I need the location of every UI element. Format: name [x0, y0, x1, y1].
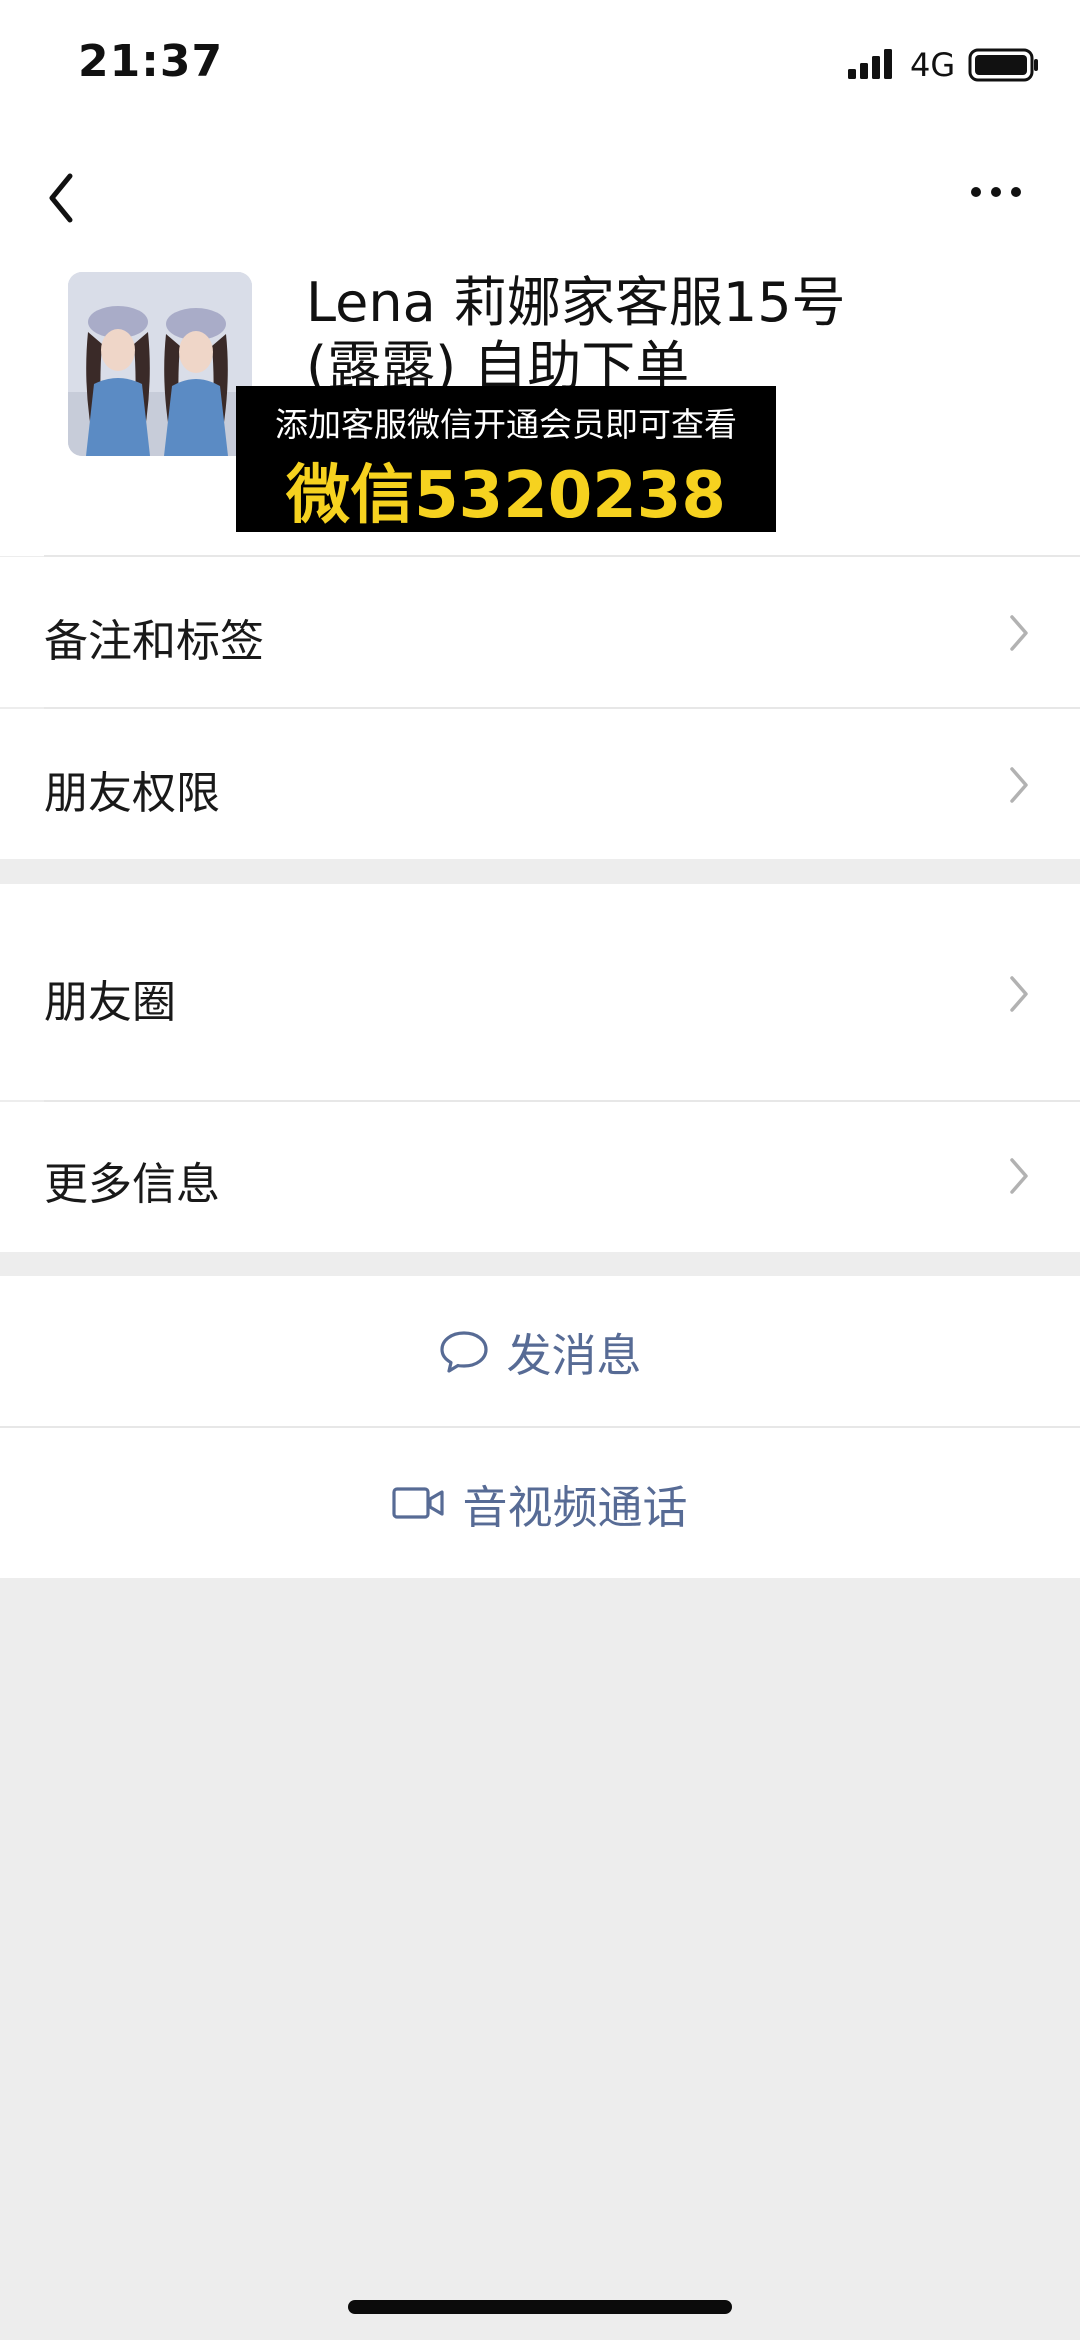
promo-bottom-text: 微信5320238 [286, 459, 726, 533]
row-friend-permissions[interactable]: 朋友权限 [0, 709, 1080, 859]
row-remarks-tags-label: 备注和标签 [44, 616, 264, 667]
voice-video-call-label: 音视频通话 [462, 1480, 688, 1534]
contact-profile-screen: 21:37 4G Lena 莉娜家客服15号 (露露) 自助下单 添加客服微信开… [0, 0, 1080, 2340]
chevron-right-icon [1010, 615, 1028, 651]
voice-video-call-button[interactable]: 音视频通话 [0, 1428, 1080, 1578]
profile-header: Lena 莉娜家客服15号 (露露) 自助下单 添加客服微信开通会员即可查看 微… [0, 132, 1080, 556]
back-button[interactable] [36, 158, 86, 238]
row-more-info-label: 更多信息 [44, 1159, 220, 1210]
home-indicator[interactable] [348, 2300, 732, 2314]
video-camera-icon [392, 1487, 445, 1519]
row-moments-label: 朋友圈 [44, 977, 176, 1028]
signal-icon [848, 49, 892, 79]
chevron-right-icon [1010, 1158, 1028, 1194]
chevron-right-icon [1010, 976, 1028, 1012]
row-more-info[interactable]: 更多信息 [0, 1102, 1080, 1252]
avatar[interactable] [68, 272, 252, 456]
network-label: 4G [910, 46, 956, 84]
send-message-label: 发消息 [506, 1328, 642, 1382]
row-friend-permissions-label: 朋友权限 [44, 768, 220, 819]
send-message-button[interactable]: 发消息 [0, 1276, 1080, 1426]
status-bar: 21:37 4G [0, 0, 1080, 132]
chevron-right-icon [1010, 767, 1028, 803]
avatar-photo-icon [68, 272, 252, 456]
promo-top-text: 添加客服微信开通会员即可查看 [275, 405, 737, 444]
row-moments[interactable]: 朋友圈 [0, 884, 1080, 1100]
more-options-button[interactable] [966, 172, 1026, 212]
status-time: 21:37 [78, 36, 224, 87]
row-remarks-tags[interactable]: 备注和标签 [0, 557, 1080, 707]
battery-icon [968, 48, 1038, 82]
chat-bubble-icon [440, 1331, 489, 1373]
promo-overlay: 添加客服微信开通会员即可查看 微信5320238 [236, 386, 776, 533]
